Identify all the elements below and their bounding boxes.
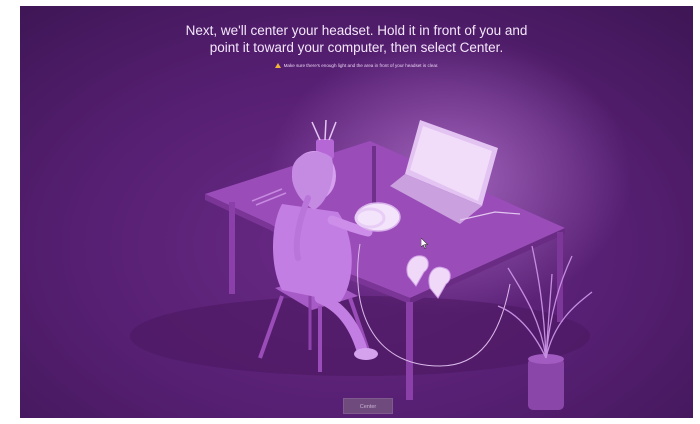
instruction-heading: Next, we'll center your headset. Hold it… <box>20 22 693 56</box>
warning-notice: Make sure there's enough light and the a… <box>20 62 693 70</box>
center-button[interactable]: Center <box>343 398 393 414</box>
pen <box>311 121 321 141</box>
pen <box>324 119 327 141</box>
warning-text: Make sure there's enough light and the a… <box>283 63 439 68</box>
desk-leg <box>406 302 413 400</box>
desk-leg <box>557 232 563 322</box>
desk-leg <box>372 146 376 206</box>
pen <box>328 121 337 141</box>
instruction-line-1: Next, we'll center your headset. Hold it… <box>185 23 528 38</box>
desk-leg <box>229 202 235 294</box>
instruction-line-2: point it toward your computer, then sele… <box>209 40 504 55</box>
setup-screen: Next, we'll center your headset. Hold it… <box>20 6 693 418</box>
mouse-pointer-icon <box>421 238 429 249</box>
warning-triangle-icon <box>274 63 281 68</box>
window: Next, we'll center your headset. Hold it… <box>0 0 700 424</box>
person-shoe <box>354 348 378 360</box>
plant-pot <box>528 358 564 410</box>
